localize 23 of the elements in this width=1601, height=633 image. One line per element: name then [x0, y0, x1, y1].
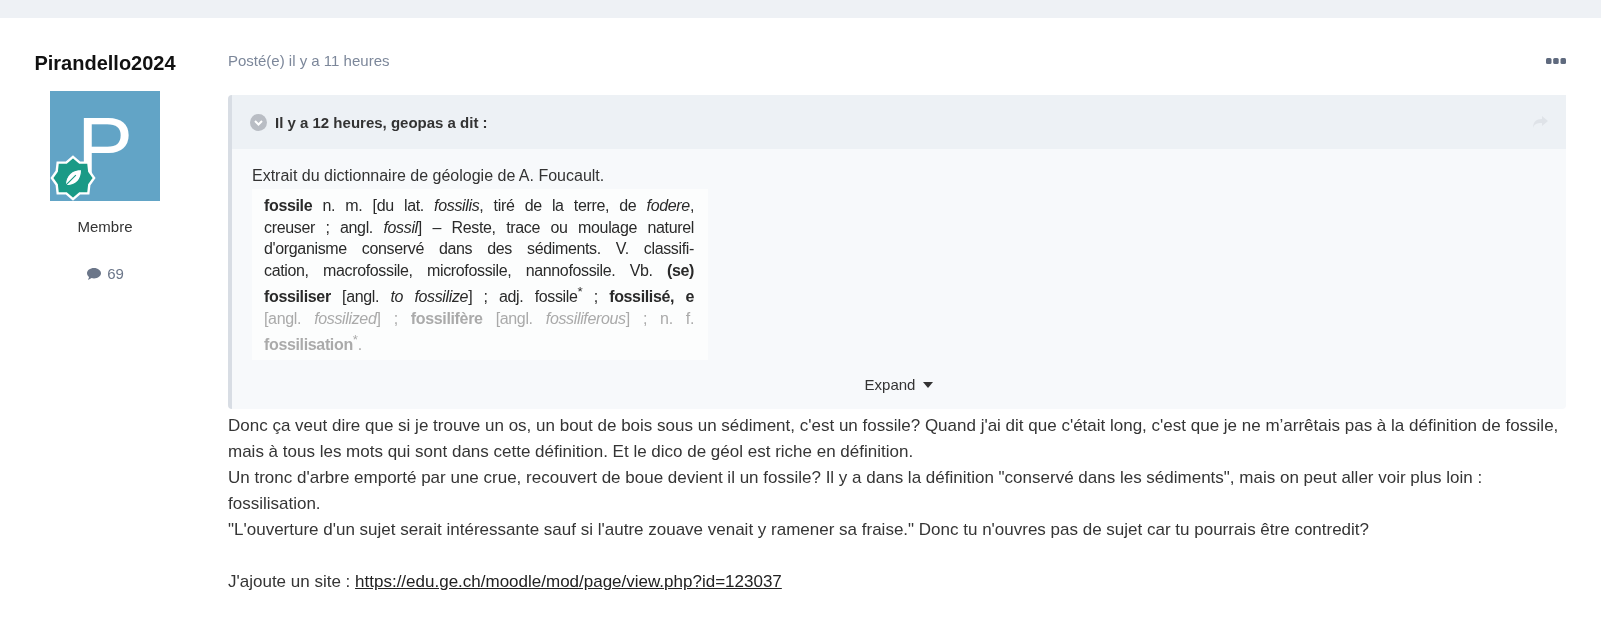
post-paragraph: Donc ça veut dire que si je trouve un os, un bout de bois sous un sédiment, c'est un fossile? Quand j'ai dit que c'était long, c'est que je ne m’arrêtais pas à la définition de fossile, mais à tous les mots qui sont dans cette définition. Et le dico de géol est riche en définition. [228, 415, 1560, 464]
member-role: Membre [77, 218, 133, 235]
post-count-number: 69 [107, 265, 124, 282]
post-paragraph: "L'ouverture d'un sujet serait intéressante sauf si l'autre zouave venait y ramener sa fraise." Donc tu n'ouvres pas de sujet car tu pourrais être contredit? [228, 519, 1371, 542]
collapse-icon[interactable] [250, 113, 267, 131]
excerpt-line: cation, macrofossile, microfossile, nannofossile. Vb. (se) [264, 260, 694, 281]
excerpt-line: creuser ; angl. fossil] – Reste, trace ou moulage naturel [264, 217, 694, 238]
quote-citation: Il y a 12 heures, geopas a dit : [275, 113, 489, 131]
author-name[interactable]: Pirandello2024 [34, 52, 176, 75]
excerpt-line: d'organisme conservé dans des sédiments. V. classifi- [264, 239, 694, 259]
post-date: Posté(e) il y a 11 heures [228, 52, 390, 69]
more-options-icon[interactable] [1546, 57, 1566, 64]
excerpt-line: fossilisation$^{*}$. [264, 331, 363, 356]
link-line: J'ajoute un site : https://edu.ge.ch/moodle/mod/page/view.php?id=123037 [228, 571, 783, 594]
quote-intro: Extrait du dictionnaire de géologie de A. Foucault. [252, 167, 606, 185]
expand-button[interactable]: Expand [858, 374, 940, 396]
post-paragraph: Un tronc d'arbre emporté par une crue, recouvert de boue devient il un fossile? Il y a dans la définition "conservé dans les sédiments", mais on peut aller voir plus loin : fossilisation. [228, 467, 1484, 516]
url-link[interactable]: https://edu.ge.ch/moodle/mod/page/view.php?id=123037 [355, 572, 782, 592]
caret-icon [923, 381, 934, 388]
excerpt-line: fossile n. m. [du lat. fossilis, tiré de la terre, de fodere, [264, 196, 694, 216]
excerpt-line: [angl. fossilized] ; fossilifère [angl. fossiliferous] ; n. f. [264, 308, 694, 329]
comment-icon [86, 266, 103, 281]
excerpt-line: fossiliser [angl. to fossilize] ; adj. fossile$^{*}$ ; fossilisé, e [264, 283, 694, 308]
